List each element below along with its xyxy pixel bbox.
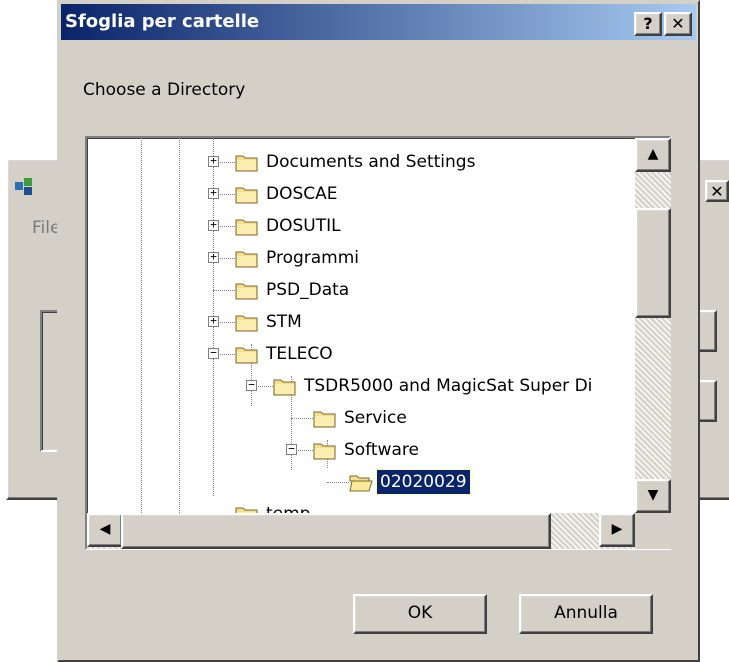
folder-icon xyxy=(235,251,258,268)
tree-item-label: temp xyxy=(263,502,313,513)
titlebar: Sfoglia per cartelle ? ✕ xyxy=(61,4,696,40)
expand-icon[interactable]: + xyxy=(208,187,219,199)
scroll-down-button[interactable]: ▼ xyxy=(635,479,671,513)
folder-icon xyxy=(235,219,258,236)
expand-icon[interactable]: + xyxy=(208,251,219,263)
tree-item-label: DOSCAE xyxy=(266,184,338,204)
tree-item-label: Software xyxy=(344,440,419,460)
folder-icon xyxy=(273,379,296,396)
cancel-button[interactable]: Annulla xyxy=(519,594,653,634)
tree-item-label: STM xyxy=(266,312,302,332)
folder-icon xyxy=(235,283,258,300)
tree-item[interactable]: + Documents and Settings xyxy=(87,150,635,182)
tree-item[interactable]: 02020029 xyxy=(87,469,635,502)
folder-icon xyxy=(235,347,258,364)
tree-line xyxy=(327,482,349,483)
expand-icon[interactable]: + xyxy=(208,155,219,167)
close-button[interactable]: ✕ xyxy=(664,12,692,36)
tree-item[interactable]: temp xyxy=(87,502,635,513)
browse-folder-dialog: Sfoglia per cartelle ? ✕ Choose a Direct… xyxy=(57,0,700,662)
tree-item[interactable]: − TSDR5000 and MagicSat Super Di xyxy=(87,374,635,406)
tree-item[interactable]: PSD_Data xyxy=(87,278,635,310)
tree-item[interactable]: − Software xyxy=(87,438,635,470)
folder-icon xyxy=(235,187,258,204)
tree-item-label: PSD_Data xyxy=(266,280,350,300)
folder-icon xyxy=(235,315,258,332)
vertical-scrollbar[interactable]: ▲ ▼ xyxy=(635,138,671,513)
tree-item-label: TELECO xyxy=(266,344,333,364)
expand-icon[interactable]: + xyxy=(208,219,219,231)
dialog-title: Sfoglia per cartelle xyxy=(65,11,260,32)
folder-icon xyxy=(235,155,258,172)
scroll-up-button[interactable]: ▲ xyxy=(635,138,671,172)
background-close-button[interactable]: ✕ xyxy=(705,180,729,202)
horizontal-scroll-thumb[interactable] xyxy=(121,513,551,549)
tree-content: + Documents and Settings + DOSCAE + DOSUTIL + P… xyxy=(87,138,635,513)
folder-icon xyxy=(235,507,258,513)
scroll-right-button[interactable]: ▶ xyxy=(599,513,635,547)
collapse-icon[interactable]: − xyxy=(246,379,257,391)
tree-line xyxy=(213,290,235,291)
ok-button[interactable]: OK xyxy=(353,594,487,634)
folder-icon xyxy=(313,443,336,460)
prompt-label: Choose a Directory xyxy=(83,80,246,100)
scroll-left-button[interactable]: ◀ xyxy=(87,513,123,547)
folder-icon xyxy=(313,411,336,428)
horizontal-scrollbar[interactable]: ◀ ▶ xyxy=(87,513,635,549)
tree-item[interactable]: + STM xyxy=(87,310,635,342)
tree-item-label: 02020029 xyxy=(376,469,471,495)
vertical-scroll-thumb[interactable] xyxy=(635,208,671,318)
tree-item[interactable]: Service xyxy=(87,406,635,438)
tree-item-label: Programmi xyxy=(266,248,360,268)
folder-tree[interactable]: + Documents and Settings + DOSCAE + DOSUTIL + P… xyxy=(85,136,671,550)
application-icon xyxy=(15,178,32,195)
tree-line xyxy=(291,418,313,419)
tree-item-label: Documents and Settings xyxy=(266,152,476,172)
tree-item[interactable]: + DOSUTIL xyxy=(87,214,635,246)
tree-item-label: Service xyxy=(344,408,407,428)
collapse-icon[interactable]: − xyxy=(286,443,297,455)
scroll-corner xyxy=(635,513,671,549)
collapse-icon[interactable]: − xyxy=(208,347,219,359)
expand-icon[interactable]: + xyxy=(208,315,219,327)
tree-item[interactable]: − TELECO xyxy=(87,342,635,374)
tree-item[interactable]: + Programmi xyxy=(87,246,635,278)
tree-item-label: DOSUTIL xyxy=(266,216,341,236)
tree-item-label: TSDR5000 and MagicSat Super Di xyxy=(304,376,593,396)
tree-item[interactable]: + DOSCAE xyxy=(87,182,635,214)
open-folder-icon xyxy=(349,475,373,492)
help-button[interactable]: ? xyxy=(634,12,662,36)
